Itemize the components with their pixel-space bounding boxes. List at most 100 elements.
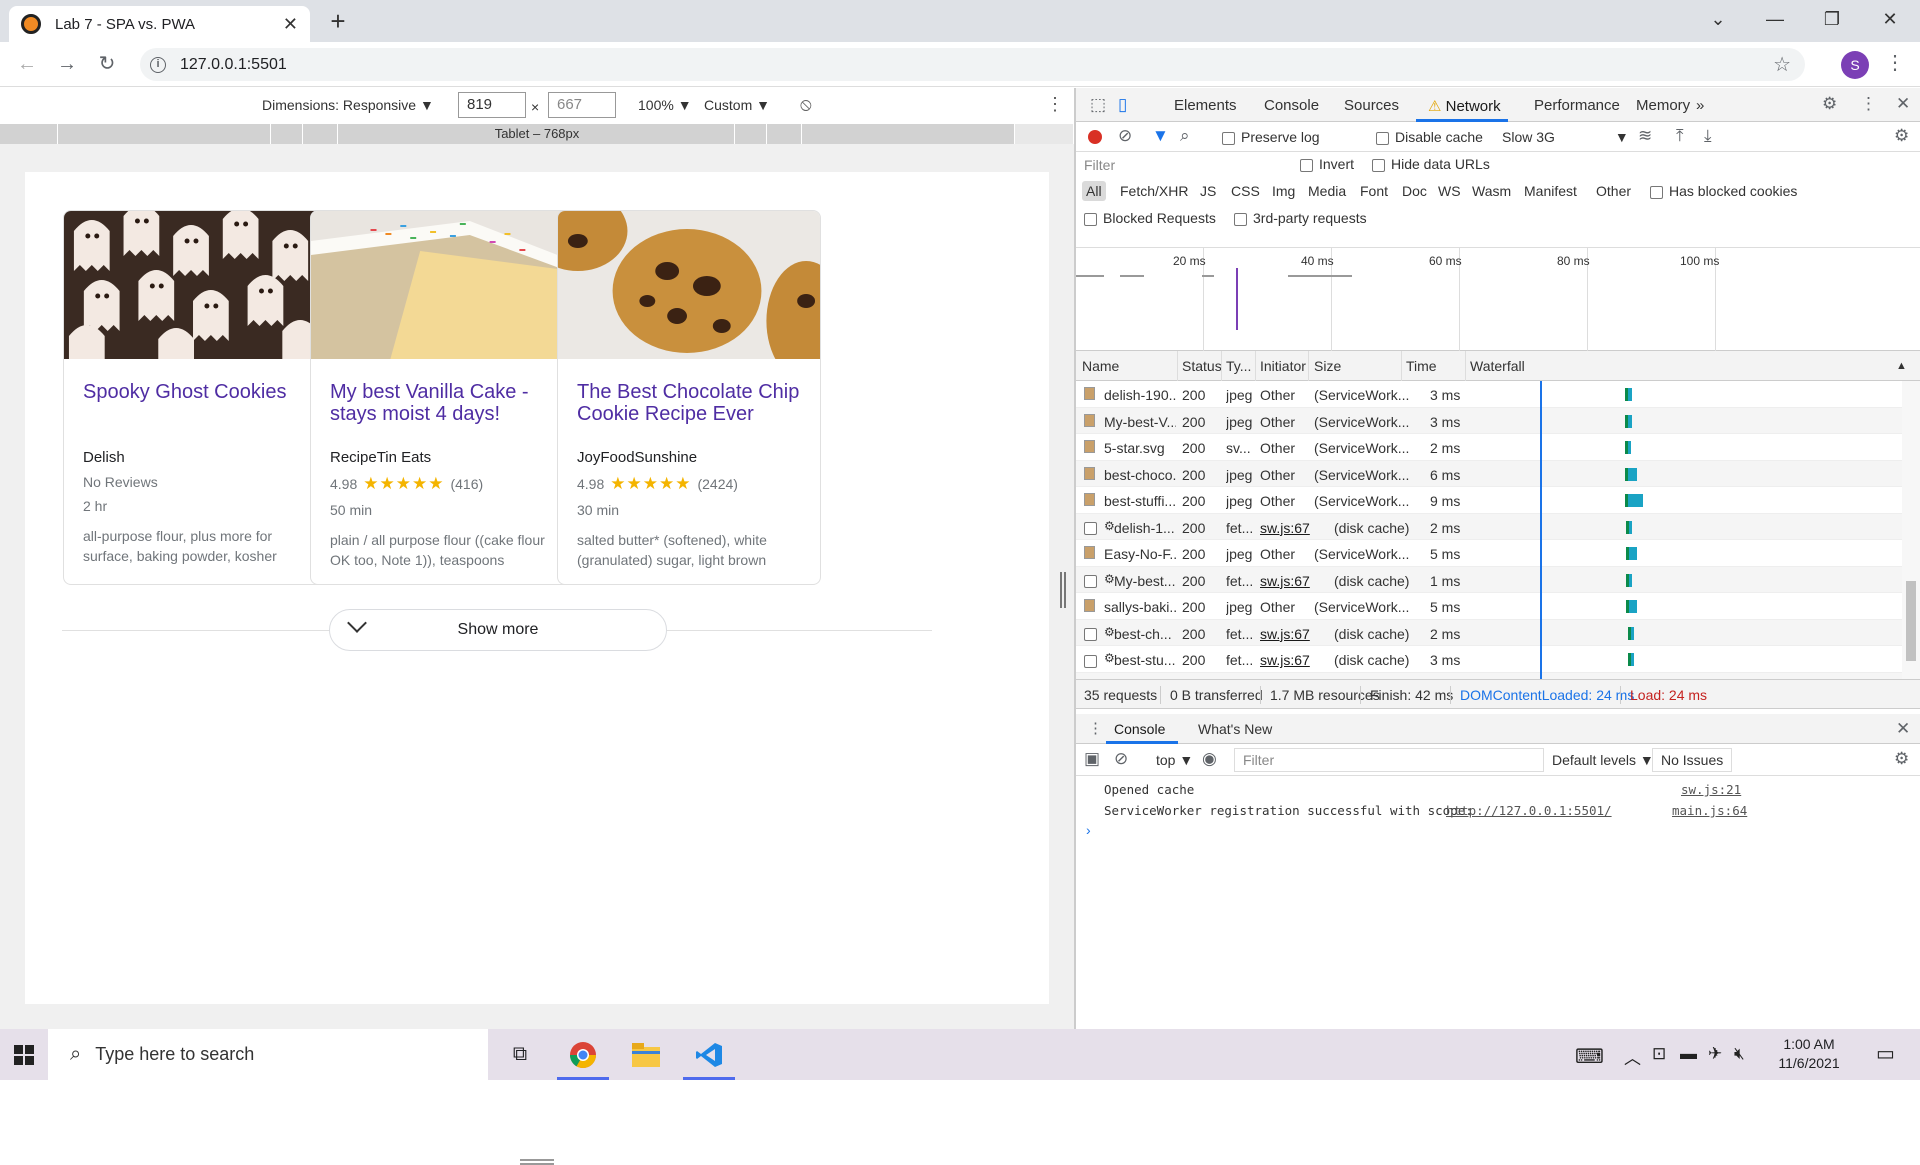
third-party-checkbox[interactable]: 3rd-party requests <box>1234 210 1367 226</box>
profile-avatar[interactable]: S <box>1841 51 1869 79</box>
filter-other[interactable]: Other <box>1592 181 1635 201</box>
tab-console[interactable]: Console <box>1264 97 1319 114</box>
waterfall-bar[interactable] <box>1626 600 1638 613</box>
recipe-title-link[interactable]: The Best Chocolate Chip Cookie Recipe Ev… <box>558 381 820 439</box>
vscode-icon[interactable] <box>679 1029 739 1080</box>
waterfall-bar[interactable] <box>1628 653 1635 666</box>
tray-app-icon[interactable]: ⊡ <box>1652 1044 1666 1064</box>
col-type[interactable]: Ty... <box>1226 358 1251 374</box>
waterfall-bar[interactable] <box>1626 573 1633 587</box>
cell-initiator[interactable]: sw.js:67 <box>1260 573 1310 589</box>
record-icon[interactable] <box>1088 130 1102 144</box>
clear-console-icon[interactable]: ⊘ <box>1114 749 1128 769</box>
device-toolbar-menu-icon[interactable]: ⋮ <box>1046 94 1064 115</box>
filter-fetch-xhr[interactable]: Fetch/XHR <box>1116 181 1192 201</box>
media-query-ruler[interactable]: Tablet – 768px <box>0 124 1074 144</box>
zoom-dropdown[interactable]: 100% ▼ <box>638 97 692 113</box>
height-input[interactable]: 667 <box>548 92 616 118</box>
back-arrow-icon[interactable]: ← <box>12 50 42 78</box>
volume-muted-icon[interactable]: 🔇︎ <box>1734 1044 1745 1064</box>
chrome-taskbar-icon[interactable] <box>553 1029 613 1080</box>
network-throttle-dropdown[interactable]: Slow 3G ▼ <box>1502 129 1629 145</box>
tab-close-icon[interactable]: ✕ <box>283 14 298 35</box>
export-har-icon[interactable]: ⤓ <box>1704 126 1712 146</box>
task-view-icon[interactable]: ⧉ <box>490 1029 550 1080</box>
console-source-link[interactable]: sw.js:21 <box>1681 782 1741 797</box>
filter-img[interactable]: Img <box>1268 181 1299 201</box>
import-har-icon[interactable]: ⤒ <box>1676 126 1684 146</box>
waterfall-bar[interactable] <box>1624 414 1632 428</box>
waterfall-bar[interactable] <box>1626 547 1638 560</box>
inspect-element-icon[interactable]: ⬚ <box>1090 95 1106 115</box>
filter-all[interactable]: All <box>1082 181 1106 201</box>
tab-sources[interactable]: Sources <box>1344 97 1399 114</box>
live-expression-eye-icon[interactable]: ◉ <box>1202 749 1217 769</box>
blocked-requests-checkbox[interactable]: Blocked Requests <box>1084 210 1216 226</box>
notifications-icon[interactable]: ▭ <box>1876 1041 1895 1066</box>
network-request-row[interactable]: 5-star.svg 200 sv... Other (ServiceWork... 2 … <box>1076 434 1902 461</box>
network-request-row[interactable]: best-stu... ⚙ 200 fet... sw.js:67 (disk cache… <box>1076 646 1902 673</box>
network-request-row[interactable]: sallys-baki... 200 jpeg Other (ServiceWork..… <box>1076 593 1902 620</box>
drawer-tab-console[interactable]: Console <box>1114 721 1165 737</box>
search-icon[interactable]: ⌕ <box>1180 126 1190 146</box>
hide-data-urls-checkbox[interactable]: Hide data URLs <box>1372 156 1490 172</box>
reload-icon[interactable]: ↻ <box>92 50 122 78</box>
devtools-menu-icon[interactable]: ⋮ <box>1860 94 1877 114</box>
filter-wasm[interactable]: Wasm <box>1468 181 1515 201</box>
waterfall-bar[interactable] <box>1628 626 1635 640</box>
filter-css[interactable]: CSS <box>1227 181 1264 201</box>
network-overview-timeline[interactable]: 20 ms 40 ms 60 ms 80 ms 100 ms <box>1076 248 1920 351</box>
filter-manifest[interactable]: Manifest <box>1520 181 1581 201</box>
filter-ws[interactable]: WS <box>1434 181 1465 201</box>
cell-initiator[interactable]: sw.js:67 <box>1260 652 1310 668</box>
tab-elements[interactable]: Elements <box>1174 97 1237 114</box>
filter-font[interactable]: Font <box>1356 181 1392 201</box>
clear-icon[interactable]: ⊘ <box>1118 126 1132 146</box>
info-icon[interactable]: i <box>150 56 166 73</box>
waterfall-bar[interactable] <box>1624 494 1643 507</box>
splitter-grip[interactable] <box>1060 572 1066 608</box>
more-tabs-icon[interactable]: » <box>1696 97 1704 114</box>
network-conditions-icon[interactable]: ≋ <box>1638 126 1652 146</box>
filter-doc[interactable]: Doc <box>1398 181 1431 201</box>
forward-arrow-icon[interactable]: → <box>52 50 82 78</box>
console-settings-icon[interactable]: ⚙ <box>1894 749 1909 769</box>
device-toggle-icon[interactable]: ▯ <box>1118 95 1127 115</box>
network-request-row[interactable]: best-ch... ⚙ 200 fet... sw.js:67 (disk cache)… <box>1076 619 1902 646</box>
close-window-button[interactable]: ✕ <box>1870 4 1910 34</box>
network-request-row[interactable]: Easy-No-F... 200 jpeg Other (ServiceWork... 5… <box>1076 540 1902 567</box>
throttle-dropdown[interactable]: Custom ▼ <box>704 97 770 113</box>
browser-tab[interactable]: Lab 7 - SPA vs. PWA ✕ <box>9 6 310 42</box>
log-levels-dropdown[interactable]: Default levels ▼ <box>1552 752 1654 768</box>
console-sidebar-icon[interactable]: ▣ <box>1084 749 1100 769</box>
col-status[interactable]: Status <box>1182 358 1222 374</box>
preserve-log-checkbox[interactable]: Preserve log <box>1222 129 1320 145</box>
network-request-row[interactable]: delish-190... 200 jpeg Other (ServiceWork...… <box>1076 381 1902 408</box>
tab-search-chevron-icon[interactable]: ⌄ <box>1698 4 1738 34</box>
issues-button[interactable]: No Issues <box>1652 748 1733 772</box>
network-request-row[interactable]: My-best... ⚙ 200 fet... sw.js:67 (disk cache)… <box>1076 566 1902 593</box>
windows-start-icon[interactable] <box>0 1029 48 1080</box>
recipe-title-link[interactable]: My best Vanilla Cake - stays moist 4 day… <box>311 381 573 439</box>
tab-memory[interactable]: Memory <box>1636 97 1690 114</box>
rotate-icon[interactable]: ⦸ <box>800 94 812 115</box>
filter-js[interactable]: JS <box>1196 181 1220 201</box>
col-waterfall[interactable]: Waterfall <box>1470 358 1525 374</box>
settings-gear-icon[interactable]: ⚙ <box>1822 94 1837 114</box>
filter-media[interactable]: Media <box>1304 181 1350 201</box>
network-request-row[interactable]: best-stuffi... 200 jpeg Other (ServiceWork..… <box>1076 487 1902 514</box>
dimensions-dropdown[interactable]: Dimensions: Responsive ▼ <box>262 97 434 113</box>
url-text[interactable]: 127.0.0.1:5501 <box>180 56 287 74</box>
disable-cache-checkbox[interactable]: Disable cache <box>1376 129 1483 145</box>
request-list-scrollbar[interactable] <box>1902 381 1920 679</box>
close-drawer-icon[interactable]: ✕ <box>1896 719 1910 739</box>
network-request-list[interactable]: delish-190... 200 jpeg Other (ServiceWork...… <box>1076 381 1902 679</box>
context-selector[interactable]: top ▼ <box>1150 752 1199 768</box>
recipe-title-link[interactable]: Spooky Ghost Cookies <box>64 381 326 439</box>
recipe-card[interactable]: The Best Chocolate Chip Cookie Recipe Ev… <box>557 210 821 585</box>
col-time[interactable]: Time <box>1406 358 1437 374</box>
file-explorer-icon[interactable] <box>616 1029 676 1080</box>
console-scope-link[interactable]: http://127.0.0.1:5501/ <box>1446 803 1612 818</box>
battery-icon[interactable]: ▬ <box>1680 1044 1697 1064</box>
invert-checkbox[interactable]: Invert <box>1300 156 1354 172</box>
